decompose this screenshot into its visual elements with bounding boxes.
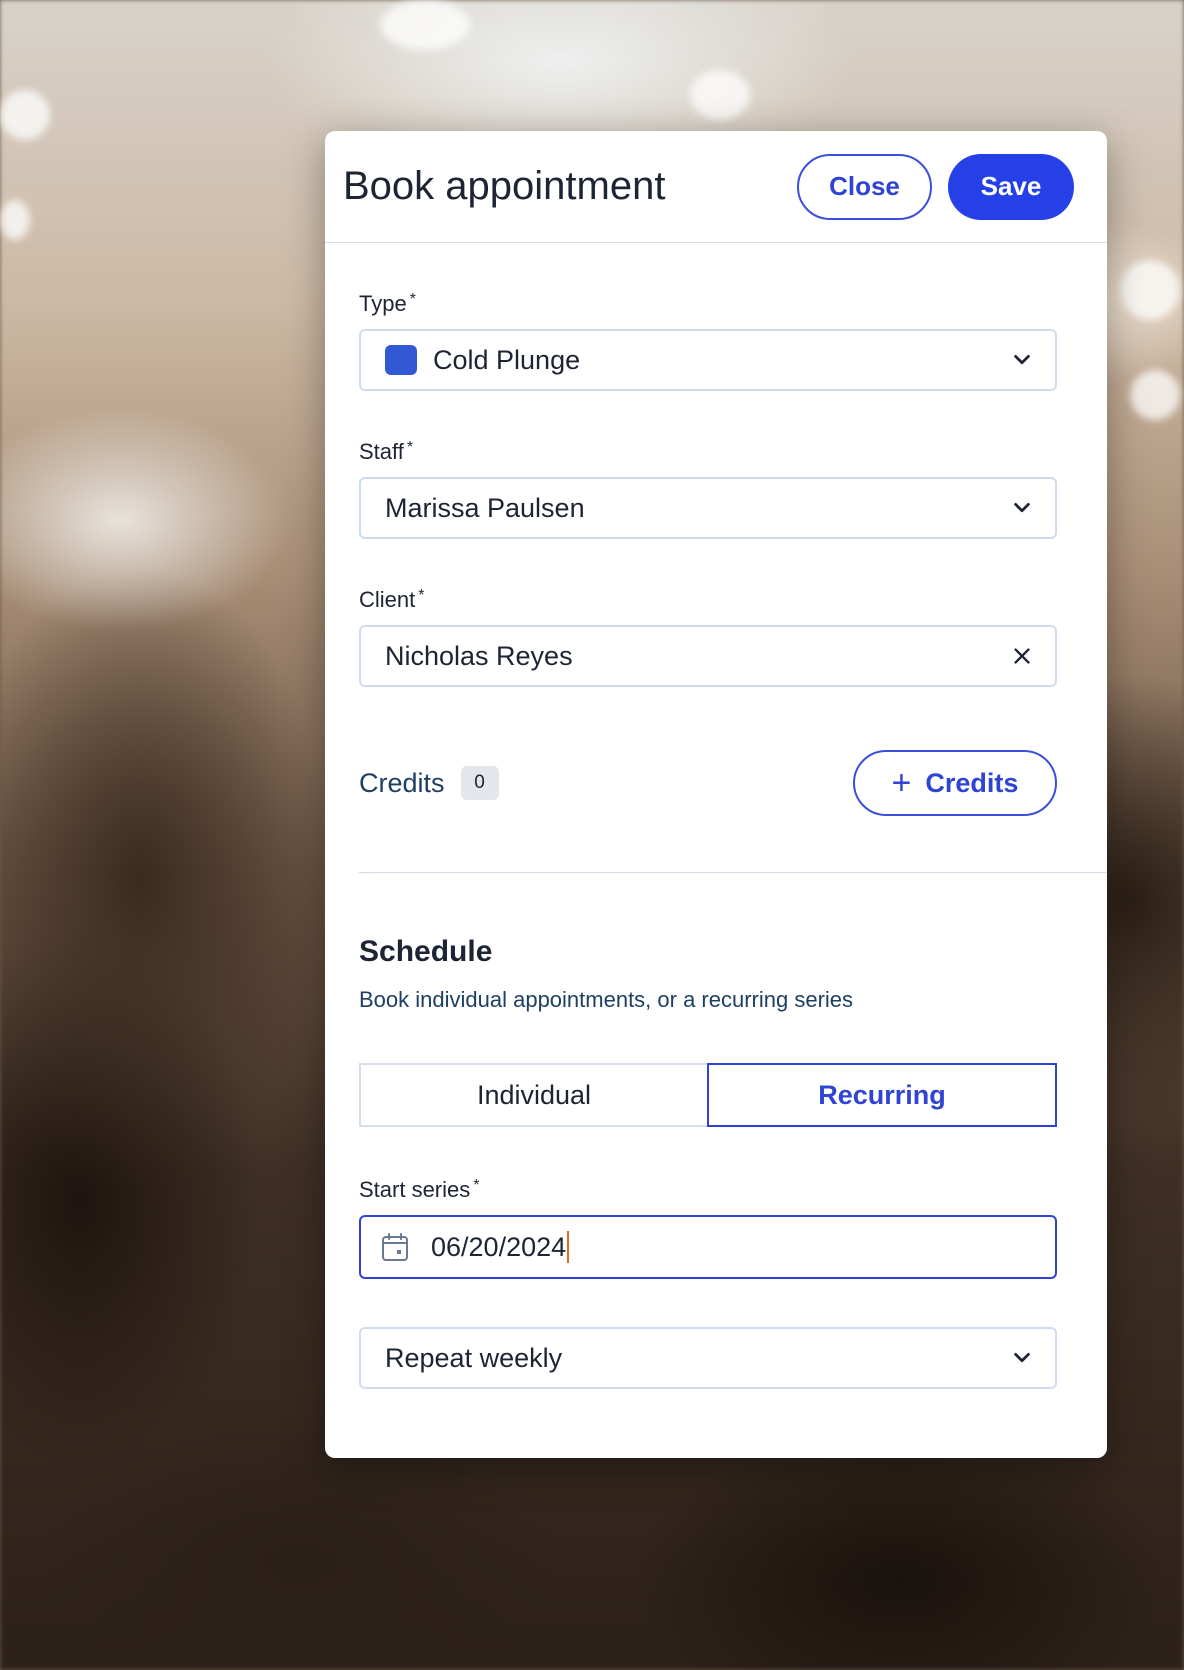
book-appointment-dialog: Book appointment Close Save Type * Cold P… bbox=[325, 131, 1107, 1458]
dialog-body: Type * Cold Plunge Staff * Marissa Paulsen… bbox=[325, 291, 1107, 817]
repeat-select-value: Repeat weekly bbox=[385, 1342, 563, 1373]
text-cursor bbox=[567, 1231, 570, 1263]
required-marker: * bbox=[418, 587, 425, 604]
client-label: Client * bbox=[359, 587, 425, 612]
background-light bbox=[690, 70, 750, 120]
start-series-label: Start series * bbox=[359, 1177, 480, 1202]
schedule-title: Schedule bbox=[359, 935, 493, 968]
client-field-group: Client * Nicholas Reyes bbox=[359, 587, 1057, 687]
background-light bbox=[0, 200, 30, 240]
schedule-subtitle: Book individual appointments, or a recur… bbox=[359, 987, 854, 1012]
close-button[interactable]: Close bbox=[797, 153, 932, 220]
plus-icon: + bbox=[891, 764, 912, 802]
type-color-swatch bbox=[385, 345, 417, 375]
chevron-down-icon bbox=[1014, 502, 1030, 513]
staff-field-group: Staff * Marissa Paulsen bbox=[359, 439, 1057, 539]
background-light bbox=[380, 0, 470, 50]
start-series-value: 06/20/2024 bbox=[431, 1231, 567, 1262]
dialog-title: Book appointment bbox=[343, 164, 666, 208]
credits-count-badge: 0 bbox=[460, 766, 499, 800]
chevron-down-icon bbox=[1014, 1352, 1030, 1363]
tab-recurring[interactable]: Recurring bbox=[707, 1063, 1057, 1127]
client-input-value: Nicholas Reyes bbox=[385, 640, 573, 671]
credits-label: Credits bbox=[359, 767, 445, 798]
type-field-group: Type * Cold Plunge bbox=[359, 291, 1057, 391]
type-label: Type * bbox=[359, 291, 416, 316]
start-series-date-input[interactable]: 06/20/2024 bbox=[359, 1215, 1057, 1279]
client-input[interactable]: Nicholas Reyes bbox=[359, 625, 1057, 687]
chevron-down-icon bbox=[1014, 354, 1030, 365]
section-divider bbox=[359, 872, 1107, 873]
calendar-icon bbox=[382, 1233, 408, 1261]
background-light bbox=[1130, 370, 1180, 420]
schedule-type-toggle: Individual Recurring bbox=[359, 1063, 1057, 1127]
add-credits-label: Credits bbox=[925, 767, 1019, 798]
schedule-section: Schedule Book individual appointments, o… bbox=[325, 935, 1107, 1389]
tab-individual[interactable]: Individual bbox=[359, 1063, 707, 1127]
required-marker: * bbox=[409, 291, 416, 308]
staff-label: Staff * bbox=[359, 439, 414, 464]
save-button[interactable]: Save bbox=[948, 153, 1074, 220]
type-select[interactable]: Cold Plunge bbox=[359, 329, 1057, 391]
staff-select-value: Marissa Paulsen bbox=[385, 492, 585, 523]
required-marker: * bbox=[406, 439, 414, 456]
repeat-select[interactable]: Repeat weekly bbox=[359, 1327, 1057, 1389]
required-marker: * bbox=[473, 1177, 480, 1194]
type-select-value: Cold Plunge bbox=[433, 344, 581, 375]
background-light bbox=[0, 90, 50, 140]
credits-row: Credits 0 + Credits bbox=[359, 749, 1057, 817]
clear-icon[interactable] bbox=[1011, 645, 1033, 667]
start-series-field-group: Start series * 06/20/2024 bbox=[359, 1177, 1057, 1279]
staff-select[interactable]: Marissa Paulsen bbox=[359, 477, 1057, 539]
dialog-header: Book appointment Close Save bbox=[325, 131, 1107, 243]
add-credits-button[interactable]: + Credits bbox=[853, 750, 1057, 816]
background-light bbox=[1120, 260, 1180, 320]
